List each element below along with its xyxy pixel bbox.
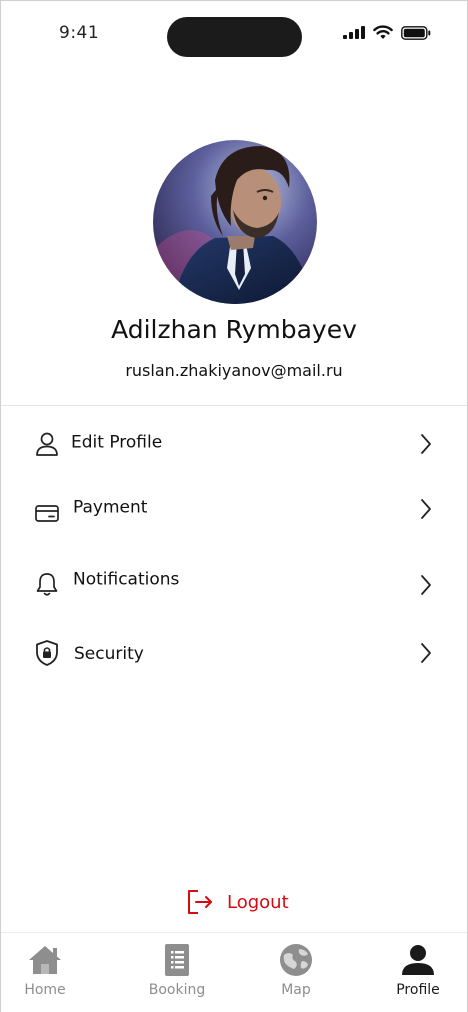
menu-item-payment[interactable]: Payment [1,487,467,531]
tab-label: Home [24,982,66,998]
tab-map[interactable]: Map [241,933,351,1012]
home-icon [27,943,63,977]
menu-item-label: Edit Profile [71,432,163,453]
chevron-right-icon [421,499,431,519]
booking-icon [159,943,195,977]
shield-lock-icon [34,640,60,666]
signal-icon [343,26,365,39]
profile-email: ruslan.zhakiyanov@mail.ru [125,361,343,380]
logout-label: Logout [227,891,289,913]
chevron-right-icon [421,434,431,454]
avatar-image [153,140,317,304]
battery-icon [401,25,431,40]
menu-item-label: Notifications [73,569,180,590]
divider [1,405,467,406]
screen: 9:41 Adilzhan Rymbayev ruslan.zhakiyanov… [0,0,468,1012]
menu-item-edit-profile[interactable]: Edit Profile [1,422,467,466]
globe-icon [278,943,314,977]
avatar[interactable] [153,140,317,304]
tab-label: Map [281,982,311,998]
profile-name: Adilzhan Rymbayev [111,315,357,344]
card-icon [34,500,60,526]
menu-item-label: Security [74,644,144,664]
wifi-icon [373,25,393,39]
menu-item-security[interactable]: Security [1,631,467,675]
dynamic-island [167,17,302,57]
tab-profile[interactable]: Profile [363,933,468,1012]
status-time: 9:41 [59,23,100,43]
logout-icon [188,890,212,914]
tab-home[interactable]: Home [0,933,100,1012]
tab-label: Booking [148,982,206,998]
tab-bar: Home Booking Map Profile [1,932,467,1012]
tab-booking[interactable]: Booking [122,933,232,1012]
tab-label: Profile [396,982,440,998]
chevron-right-icon [421,643,431,663]
logout-button[interactable]: Logout [185,885,289,919]
bell-icon [34,571,60,597]
user-icon [34,431,60,457]
status-icons [343,25,431,40]
chevron-right-icon [421,575,431,596]
person-icon [400,943,436,977]
menu-item-notifications[interactable]: Notifications [1,559,467,603]
menu-item-label: Payment [73,497,148,518]
